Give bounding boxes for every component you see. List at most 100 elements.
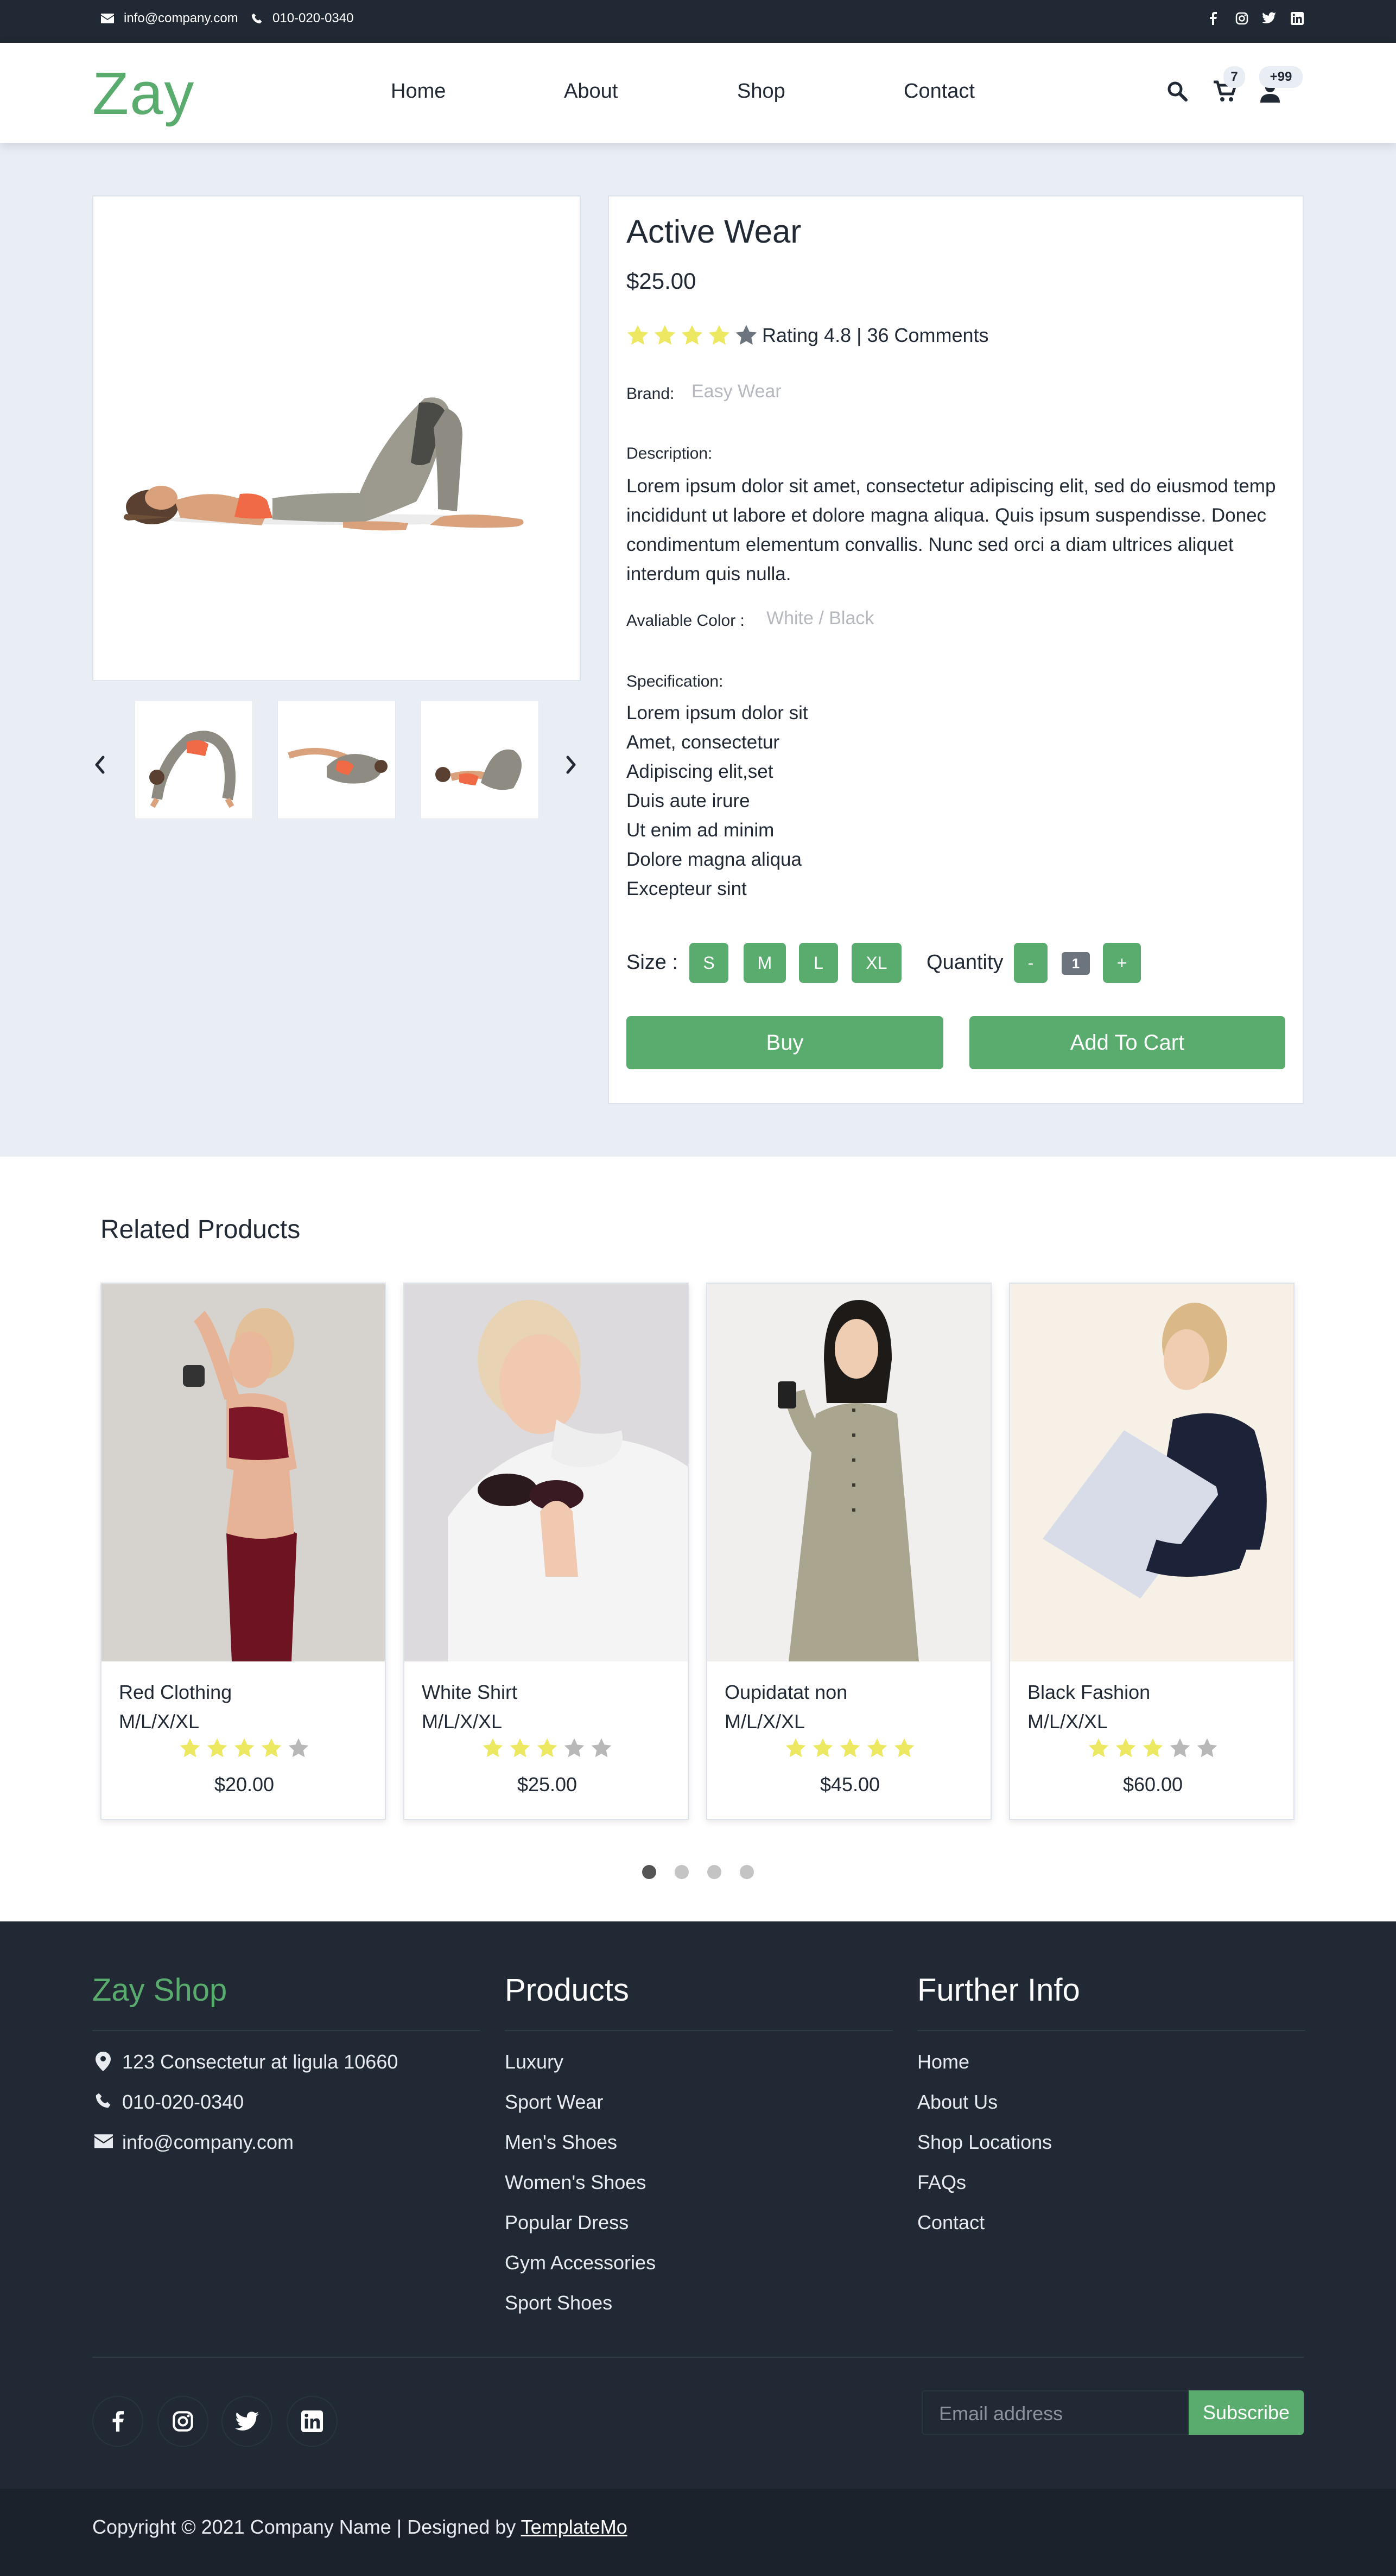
star-filled-icon xyxy=(627,325,649,345)
quantity-label: Quantity xyxy=(927,951,1004,974)
size-l-button[interactable]: L xyxy=(799,943,838,983)
footer-email[interactable]: info@company.com xyxy=(122,2131,294,2154)
map-marker-icon xyxy=(96,2052,111,2071)
footer-product-link[interactable]: Popular Dress xyxy=(505,2211,629,2234)
carousel-dot-3[interactable] xyxy=(707,1865,721,1879)
footer-instagram[interactable] xyxy=(157,2396,208,2447)
footer-info-link[interactable]: Home xyxy=(917,2051,969,2073)
quantity-plus-button[interactable]: + xyxy=(1103,943,1141,983)
cart-count-badge: 7 xyxy=(1223,66,1245,88)
twitter-icon[interactable] xyxy=(1262,12,1276,24)
footer-products-title: Products xyxy=(505,1972,629,2008)
related-product-card[interactable]: Oupidatat non M/L/X/XL $45.00 xyxy=(706,1283,992,1820)
footer-product-link[interactable]: Women's Shoes xyxy=(505,2171,646,2194)
envelope-icon xyxy=(94,2134,113,2148)
footer-phone[interactable]: 010-020-0340 xyxy=(122,2091,244,2114)
footer-info-link[interactable]: FAQs xyxy=(917,2171,966,2194)
star-filled-icon xyxy=(708,325,730,345)
buy-button[interactable]: Buy xyxy=(626,1016,943,1069)
product-price: $25.00 xyxy=(517,1773,578,1795)
product-name[interactable]: Red Clothing xyxy=(119,1681,232,1704)
color-value: White / Black xyxy=(766,608,874,629)
footer-info-link[interactable]: Contact xyxy=(917,2211,985,2234)
product-stars xyxy=(707,1737,991,1762)
designer-link[interactable]: TemplateMo xyxy=(521,2516,627,2538)
star-empty-icon xyxy=(1170,1738,1190,1757)
carousel-dot-4[interactable] xyxy=(740,1865,754,1879)
site-logo[interactable]: Zay xyxy=(92,59,195,128)
nav-shop[interactable]: Shop xyxy=(737,80,785,103)
spec-item: Excepteur sint xyxy=(626,878,747,899)
linkedin-icon xyxy=(301,2410,323,2432)
related-product-card[interactable]: Red Clothing M/L/X/XL $20.00 xyxy=(100,1283,386,1820)
footer-divider xyxy=(505,2030,893,2031)
newsletter-email-input[interactable]: Email address xyxy=(922,2390,1189,2435)
product-name[interactable]: Black Fashion xyxy=(1027,1681,1150,1704)
topbar-phone[interactable]: 010-020-0340 xyxy=(251,11,353,26)
search-icon[interactable] xyxy=(1167,81,1188,101)
size-s-button[interactable]: S xyxy=(689,943,728,983)
quantity-minus-button[interactable]: - xyxy=(1014,943,1048,983)
topbar-phone-text[interactable]: 010-020-0340 xyxy=(272,11,353,26)
footer-product-link[interactable]: Sport Shoes xyxy=(505,2292,612,2314)
topbar-email-text[interactable]: info@company.com xyxy=(124,11,238,26)
footer-divider xyxy=(917,2030,1305,2031)
instagram-icon[interactable] xyxy=(1235,12,1248,25)
topbar-email[interactable]: info@company.com xyxy=(101,11,238,26)
size-xl-button[interactable]: XL xyxy=(852,943,902,983)
product-thumbnail-2[interactable] xyxy=(277,701,396,819)
product-thumbnail-1[interactable] xyxy=(135,701,253,819)
product-image[interactable] xyxy=(404,1284,688,1661)
thumbnails-prev-arrow[interactable] xyxy=(93,755,106,775)
product-image[interactable] xyxy=(101,1284,385,1661)
star-filled-icon xyxy=(785,1738,806,1757)
add-to-cart-button[interactable]: Add To Cart xyxy=(969,1016,1285,1069)
related-product-card[interactable]: Black Fashion M/L/X/XL $60.00 xyxy=(1009,1283,1295,1820)
related-product-card[interactable]: White Shirt M/L/X/XL $25.00 xyxy=(403,1283,689,1820)
linkedin-icon[interactable] xyxy=(1291,12,1304,25)
brand-label: Brand: xyxy=(626,385,675,403)
product-stars xyxy=(101,1737,385,1762)
footer-product-link[interactable]: Sport Wear xyxy=(505,2091,603,2114)
brand-value: Easy Wear xyxy=(691,381,782,402)
product-name[interactable]: White Shirt xyxy=(422,1681,517,1704)
star-filled-icon xyxy=(180,1738,200,1757)
product-rating: Rating 4.8 | 36 Comments xyxy=(626,324,989,347)
product-image[interactable] xyxy=(707,1284,991,1661)
thumbnails-next-arrow[interactable] xyxy=(564,755,578,775)
star-filled-icon xyxy=(894,1738,915,1757)
star-filled-icon xyxy=(1115,1738,1136,1757)
product-price: $20.00 xyxy=(214,1773,275,1795)
footer-facebook[interactable] xyxy=(92,2396,143,2447)
product-stars xyxy=(404,1737,688,1762)
copyright-text: Copyright © 2021 Company Name | Designed… xyxy=(92,2516,627,2539)
nav-contact[interactable]: Contact xyxy=(904,80,975,103)
carousel-dot-2[interactable] xyxy=(675,1865,689,1879)
footer-product-link[interactable]: Gym Accessories xyxy=(505,2251,656,2274)
star-empty-icon xyxy=(288,1738,309,1757)
footer-product-link[interactable]: Luxury xyxy=(505,2051,563,2073)
facebook-icon[interactable] xyxy=(1209,12,1217,25)
footer-linkedin[interactable] xyxy=(287,2396,338,2447)
envelope-icon xyxy=(101,14,114,23)
twitter-icon xyxy=(235,2412,259,2431)
carousel-dot-1[interactable] xyxy=(642,1865,656,1879)
nav-home[interactable]: Home xyxy=(391,80,446,103)
product-thumbnail-3[interactable] xyxy=(421,701,539,819)
size-m-button[interactable]: M xyxy=(744,943,786,983)
star-empty-icon xyxy=(564,1738,585,1757)
spec-item: Ut enim ad minim xyxy=(626,820,775,841)
subscribe-button[interactable]: Subscribe xyxy=(1189,2390,1304,2435)
footer-twitter[interactable] xyxy=(221,2396,272,2447)
product-name[interactable]: Oupidatat non xyxy=(725,1681,847,1704)
product-image[interactable] xyxy=(1010,1284,1293,1661)
product-sizes: M/L/X/XL xyxy=(1027,1710,1108,1733)
footer-info-link[interactable]: About Us xyxy=(917,2091,998,2114)
woman-black-fashion-photo xyxy=(1010,1284,1293,1661)
footer-info-link[interactable]: Shop Locations xyxy=(917,2131,1052,2154)
nav-about[interactable]: About xyxy=(564,80,618,103)
product-price: $25.00 xyxy=(626,268,696,294)
quantity-value[interactable]: 1 xyxy=(1062,952,1090,975)
footer-product-link[interactable]: Men's Shoes xyxy=(505,2131,617,2154)
star-filled-icon xyxy=(867,1738,887,1757)
